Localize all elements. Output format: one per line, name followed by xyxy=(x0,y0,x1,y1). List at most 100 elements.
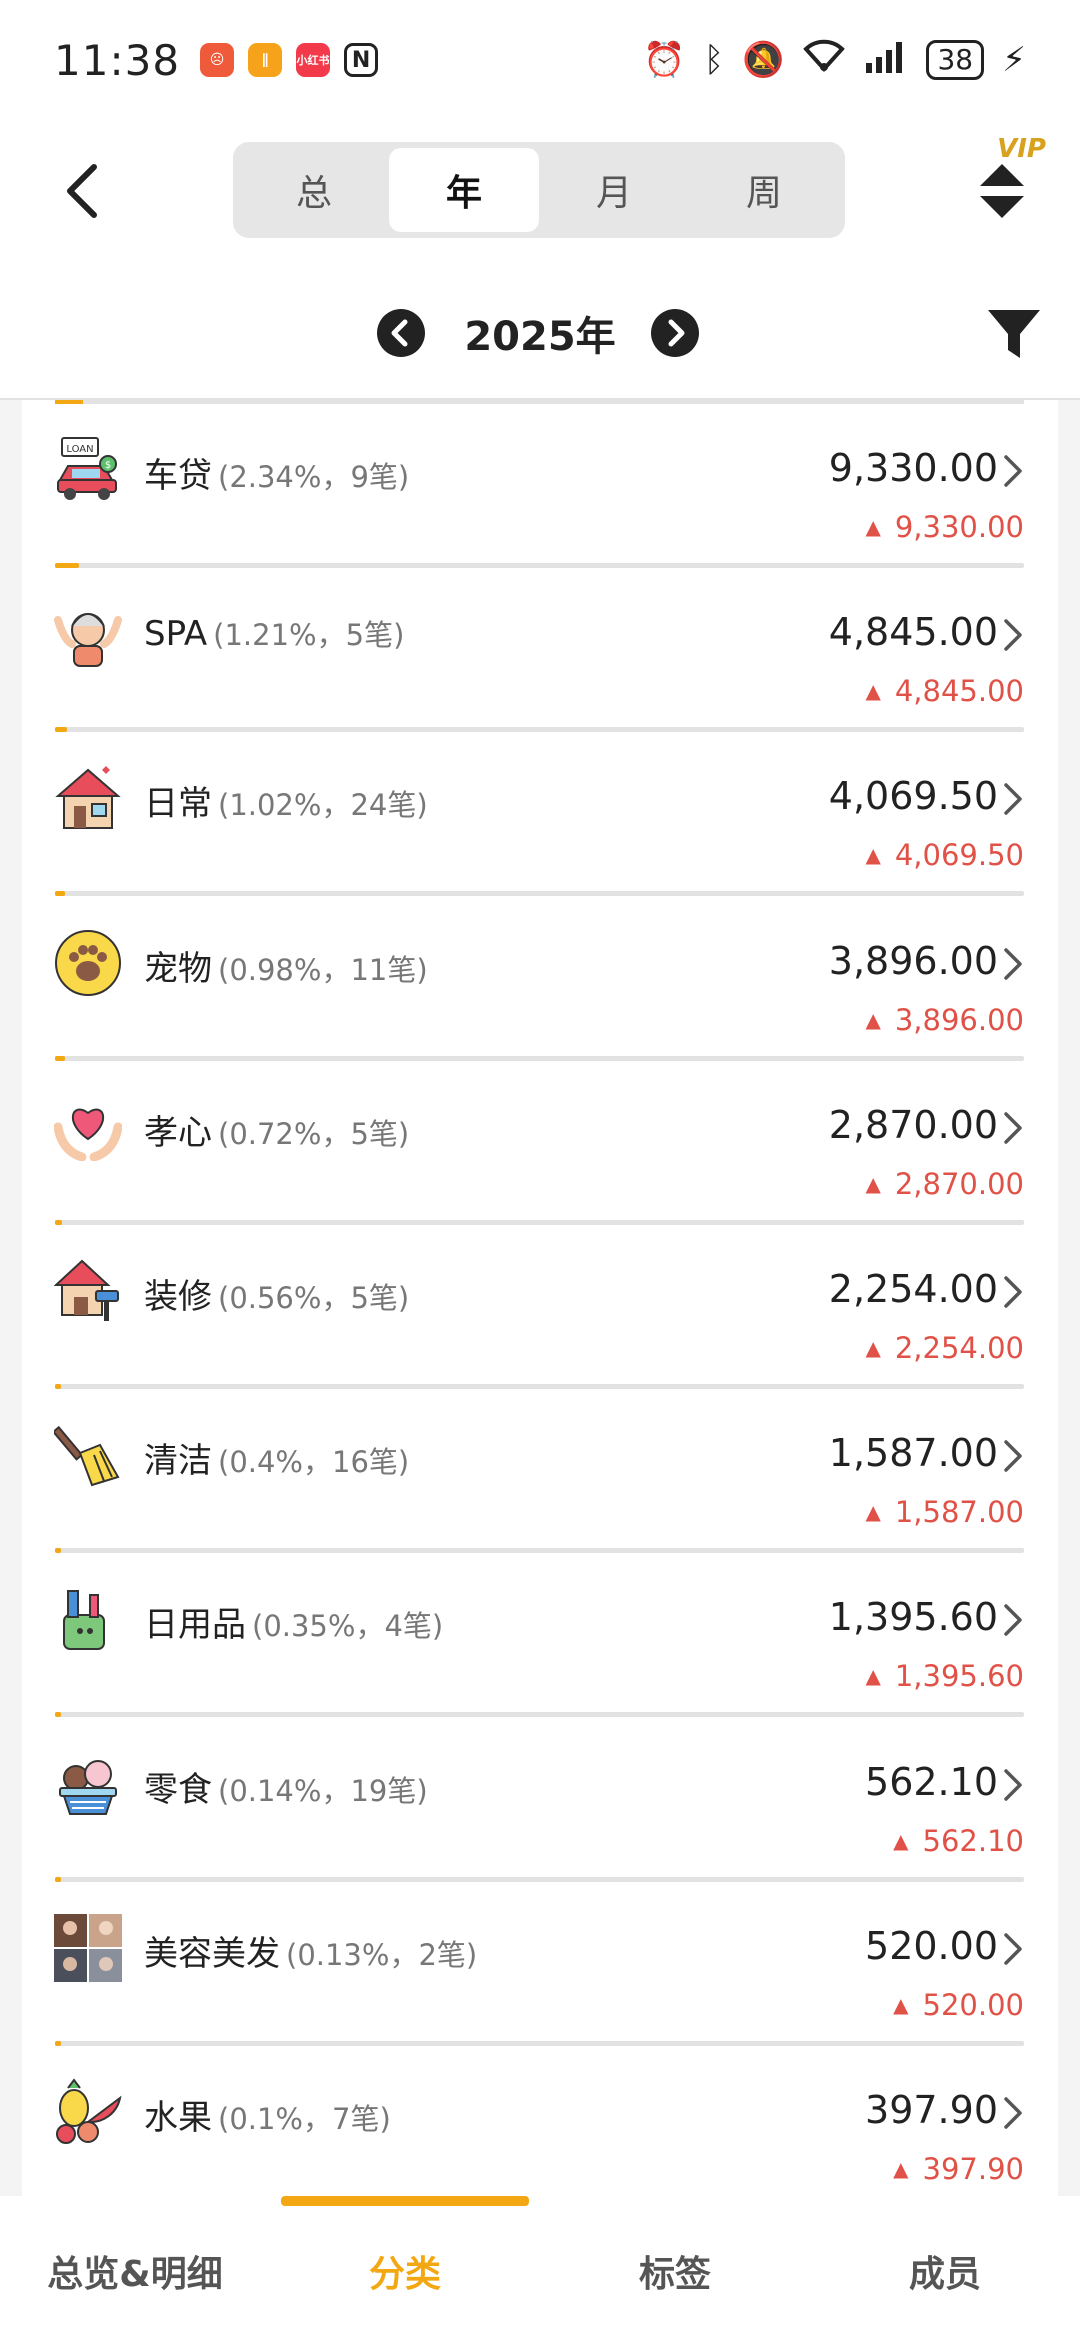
chevron-right-icon xyxy=(1002,618,1024,652)
chevron-right-icon xyxy=(1002,1932,1024,1966)
category-amount: 2,254.00 xyxy=(828,1267,998,1311)
category-change-value: 4,069.50 xyxy=(894,838,1024,873)
category-change: ▲ 397.90 xyxy=(893,2152,1024,2186)
category-amount: 562.10 xyxy=(865,1759,998,1804)
beauty-photo-icon xyxy=(54,1913,122,1982)
status-time: 11:38 xyxy=(54,35,181,85)
category-row[interactable]: 装修 (0.56%，5笔) 2,254.00 ▲ 2,254.00 xyxy=(22,1225,1058,1389)
filter-button[interactable] xyxy=(986,306,1042,362)
category-share-count: (0.1%，7笔) xyxy=(218,2102,391,2136)
signal-icon xyxy=(864,39,908,82)
category-change: ▲ 4,845.00 xyxy=(865,674,1024,708)
nav-overview-details[interactable]: 总览&明细 xyxy=(0,2196,270,2331)
category-change-value: 3,896.00 xyxy=(894,1002,1024,1037)
category-change: ▲ 1,395.60 xyxy=(865,1659,1024,1693)
nav-categories[interactable]: 分类 xyxy=(270,2196,540,2331)
category-share-count: (1.21%，5笔) xyxy=(213,618,405,653)
category-change: ▲ 4,069.50 xyxy=(865,838,1024,872)
category-name-text: 水果 xyxy=(144,2098,212,2138)
category-amount: 9,330.00 xyxy=(828,446,998,490)
category-change: ▲ 520.00 xyxy=(893,1988,1024,2022)
category-change-value: 2,254.00 xyxy=(894,1331,1024,1365)
broom-icon xyxy=(51,1421,122,1489)
category-amount: 520.00 xyxy=(865,1923,998,1968)
category-change: ▲ 2,254.00 xyxy=(865,1331,1024,1365)
year-navigator: 2025年 xyxy=(0,260,1080,400)
category-change-value: 4,845.00 xyxy=(894,674,1024,709)
svg-text:LOAN: LOAN xyxy=(66,444,93,455)
category-change: ▲ 562.10 xyxy=(893,1824,1024,1858)
category-change-value: 1,587.00 xyxy=(894,1495,1024,1530)
alarm-icon: ⏰ xyxy=(643,40,686,80)
segment-month[interactable]: 月 xyxy=(539,148,689,232)
wifi-icon xyxy=(802,39,846,82)
increase-arrow-icon: ▲ xyxy=(865,843,881,868)
increase-arrow-icon: ▲ xyxy=(865,1336,881,1360)
nav-tags[interactable]: 标签 xyxy=(540,2196,810,2331)
category-row[interactable]: LOAN $ 车贷 (2.34%，9笔) 9,330.00 ▲ 9,330.00 xyxy=(22,404,1058,568)
category-row[interactable]: 宠物 (0.98%，11笔) 3,896.00 ▲ 3,896.00 xyxy=(22,897,1058,1061)
category-amount: 397.90 xyxy=(865,2088,998,2132)
category-name-text: 宠物 xyxy=(144,948,212,989)
category-amount: 1,587.00 xyxy=(828,1431,998,1476)
previous-year-button[interactable] xyxy=(376,308,426,358)
chevron-right-icon xyxy=(1002,947,1024,981)
chevron-right-circle-icon xyxy=(651,309,699,357)
spa-icon xyxy=(54,600,122,668)
category-row[interactable]: 日用品 (0.35%，4笔) 1,395.60 ▲ 1,395.60 xyxy=(22,1553,1058,1718)
category-row[interactable]: 零食 (0.14%，19笔) 562.10 ▲ 562.10 xyxy=(22,1718,1058,1882)
charging-icon: ⚡ xyxy=(1002,40,1026,80)
category-row[interactable]: 孝心 (0.72%，5笔) 2,870.00 ▲ 2,870.00 xyxy=(22,1061,1058,1225)
category-row[interactable]: 水果 (0.1%，7笔) 397.90 ▲ 397.90 xyxy=(22,2046,1058,2196)
nav-categories-label: 分类 xyxy=(368,2253,441,2295)
nfc-icon: N xyxy=(344,43,379,77)
app-red-icon: ☹ xyxy=(200,43,235,77)
chevron-right-icon xyxy=(1002,1603,1024,1637)
increase-arrow-icon: ▲ xyxy=(865,1500,881,1525)
svg-text:$: $ xyxy=(105,460,111,471)
category-name-text: 清洁 xyxy=(144,1441,212,1482)
segment-total[interactable]: 总 xyxy=(239,148,389,232)
xiaohongshu-icon: 小红书 xyxy=(296,43,331,77)
category-change-value: 1,395.60 xyxy=(894,1659,1024,1694)
status-bar: 11:38 ☹ ∥ 小红书 N ⏰ ᛒ 🔕 38 ⚡ xyxy=(0,0,1080,120)
increase-arrow-icon: ▲ xyxy=(893,1828,909,1853)
segment-week[interactable]: 周 xyxy=(689,148,839,232)
fruit-icon xyxy=(54,2078,122,2146)
category-change: ▲ 2,870.00 xyxy=(865,1167,1024,1201)
category-name: SPA (1.21%，5笔) xyxy=(144,612,404,654)
next-year-button[interactable] xyxy=(650,308,700,358)
category-row[interactable]: 清洁 (0.4%，16笔) 1,587.00 ▲ 1,587.00 xyxy=(22,1389,1058,1554)
back-button[interactable] xyxy=(52,156,112,226)
heart-hands-icon xyxy=(53,1093,123,1162)
category-change-value: 520.00 xyxy=(922,1987,1024,2022)
sort-button[interactable]: VIP xyxy=(956,134,1046,234)
segment-year[interactable]: 年 xyxy=(389,148,539,232)
category-amount: 2,870.00 xyxy=(828,1102,998,1147)
category-row[interactable]: 日常 (1.02%，24笔) 4,069.50 ▲ 4,069.50 xyxy=(22,732,1058,897)
top-bar: 总 年 月 周 VIP xyxy=(0,120,1080,260)
increase-arrow-icon: ▲ xyxy=(893,1992,909,2017)
increase-arrow-icon: ▲ xyxy=(865,1007,881,1032)
increase-arrow-icon: ▲ xyxy=(865,1664,881,1689)
category-row[interactable]: 美容美发 (0.13%，2笔) 520.00 ▲ 520.00 xyxy=(22,1882,1058,2046)
nav-members[interactable]: 成员 xyxy=(810,2196,1080,2331)
category-share-count: (0.14%，19笔) xyxy=(218,1773,428,1808)
category-share-count: (1.02%，24笔) xyxy=(218,788,428,823)
category-share-count: (0.13%，2笔) xyxy=(286,1937,478,1972)
chevron-right-icon xyxy=(1002,1275,1024,1309)
category-name: 水果 (0.1%，7笔) xyxy=(144,2090,391,2139)
increase-arrow-icon: ▲ xyxy=(865,679,881,704)
back-arrow-icon xyxy=(67,164,97,218)
toiletries-icon xyxy=(54,1585,122,1653)
chevron-right-icon xyxy=(1002,1768,1024,1802)
paw-icon xyxy=(54,929,122,997)
increase-arrow-icon: ▲ xyxy=(865,1171,881,1196)
chevron-right-icon xyxy=(1002,782,1024,816)
category-row[interactable]: SPA (1.21%，5笔) 4,845.00 ▲ 4,845.00 xyxy=(22,568,1058,733)
increase-arrow-icon: ▲ xyxy=(893,2157,909,2181)
category-name: 宠物 (0.98%，11笔) xyxy=(144,941,428,990)
category-name-text: 美容美发 xyxy=(144,1933,280,1974)
category-share-count: (0.98%，11笔) xyxy=(218,952,428,987)
period-segmented-control: 总 年 月 周 xyxy=(233,142,845,238)
